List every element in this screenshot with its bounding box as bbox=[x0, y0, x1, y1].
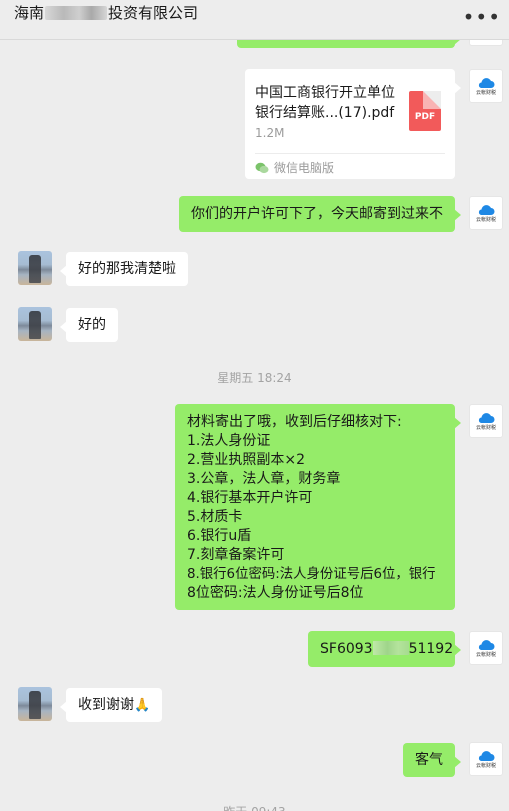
avatar-brand-text: 云帐财税 bbox=[475, 762, 496, 769]
tracking-number-end: 51192 bbox=[408, 641, 454, 657]
message-line: 6.银行u盾 bbox=[187, 528, 252, 544]
avatar-brand-text: 云帐财税 bbox=[475, 651, 496, 658]
file-source: 微信电脑版 bbox=[255, 159, 334, 176]
avatar-brand-text: 云帐财税 bbox=[475, 424, 496, 431]
message-line: 8.银行6位密码:法人身份证号后6位，银行 bbox=[187, 567, 436, 582]
message-line: 4.银行基本开户许可 bbox=[187, 490, 313, 506]
chat-title-start: 海南 bbox=[14, 4, 45, 22]
more-options-icon[interactable]: ••• bbox=[463, 7, 501, 27]
cloud-logo-icon bbox=[478, 77, 495, 88]
message-bubble-mine[interactable]: 材料寄出了哦，收到后仔细核对下: 1.法人身份证 2.营业执照副本×2 3.公章… bbox=[175, 404, 461, 610]
pdf-file-icon: PDF bbox=[409, 91, 441, 131]
file-card-divider bbox=[255, 153, 445, 154]
file-message-card[interactable]: 中国工商银行开立单位银行结算账...(17).pdf 1.2M PDF 微信电脑… bbox=[245, 69, 461, 179]
chat-title: 海南 投资有限公司 bbox=[14, 2, 198, 23]
cloud-logo-icon bbox=[478, 204, 495, 215]
timestamp: 昨天 09:43 bbox=[0, 803, 509, 811]
message-bubble-mine[interactable]: 客气 bbox=[403, 743, 461, 777]
message-text: 好的那我清楚啦 bbox=[78, 261, 176, 277]
message-text: 客气 bbox=[415, 752, 443, 768]
my-avatar[interactable]: 云帐财税 bbox=[469, 69, 503, 103]
wechat-icon bbox=[255, 162, 269, 173]
message-line: 8位密码:法人身份证号后8位 bbox=[187, 585, 364, 601]
contact-avatar[interactable] bbox=[18, 307, 52, 341]
tracking-number-start: SF6093 bbox=[320, 641, 373, 657]
avatar-figure bbox=[29, 691, 41, 719]
avatar-brand-text: 云帐财税 bbox=[475, 89, 496, 96]
message-line: 材料寄出了哦，收到后仔细核对下: bbox=[187, 414, 402, 430]
redacted-text bbox=[372, 641, 409, 655]
contact-avatar[interactable] bbox=[18, 251, 52, 285]
my-avatar[interactable]: 云帐财税 bbox=[469, 742, 503, 776]
message-bubble-mine[interactable]: 你们的开户许可下了，今天邮寄到过来不 bbox=[179, 196, 461, 232]
message-bubble-mine[interactable]: SF6093 51192 bbox=[308, 631, 461, 667]
cloud-logo-icon bbox=[478, 750, 495, 761]
message-line: 2.营业执照副本×2 bbox=[187, 452, 305, 468]
file-size: 1.2M bbox=[255, 126, 285, 140]
avatar-figure bbox=[29, 255, 41, 283]
message-text: 收到谢谢 bbox=[78, 697, 134, 713]
avatar-brand-text: 云帐财税 bbox=[475, 216, 496, 223]
message-line: 1.法人身份证 bbox=[187, 433, 271, 449]
folded-hands-emoji: 🙏 bbox=[134, 698, 151, 713]
message-bubble-contact[interactable]: 好的那我清楚啦 bbox=[60, 252, 188, 286]
chat-header: 海南 投资有限公司 ••• bbox=[0, 0, 509, 40]
my-avatar[interactable]: 云帐财税 bbox=[469, 631, 503, 665]
my-avatar[interactable]: 云帐财税 bbox=[469, 196, 503, 230]
chat-title-end: 投资有限公司 bbox=[108, 4, 199, 22]
message-bubble-contact[interactable]: 收到谢谢🙏 bbox=[59, 688, 163, 722]
file-source-label: 微信电脑版 bbox=[274, 161, 335, 175]
timestamp: 星期五 18:24 bbox=[217, 371, 292, 385]
message-text: 你们的开户许可下了，今天邮寄到过来不 bbox=[191, 206, 443, 222]
pdf-label: PDF bbox=[414, 112, 436, 122]
message-text: 好的 bbox=[78, 317, 106, 333]
avatar-figure bbox=[29, 311, 41, 339]
message-line: 3.公章，法人章，财务章 bbox=[187, 471, 341, 487]
my-avatar[interactable]: 云帐财税 bbox=[469, 404, 503, 438]
cloud-logo-icon bbox=[478, 412, 495, 423]
message-bubble-contact[interactable]: 好的 bbox=[60, 308, 118, 342]
cloud-logo-icon bbox=[478, 639, 495, 650]
file-name: 中国工商银行开立单位银行结算账...(17).pdf bbox=[255, 85, 395, 121]
message-line: 7.刻章备案许可 bbox=[187, 547, 285, 563]
contact-avatar[interactable] bbox=[18, 687, 52, 721]
redacted-text bbox=[45, 5, 108, 20]
message-line: 5.材质卡 bbox=[187, 509, 243, 525]
